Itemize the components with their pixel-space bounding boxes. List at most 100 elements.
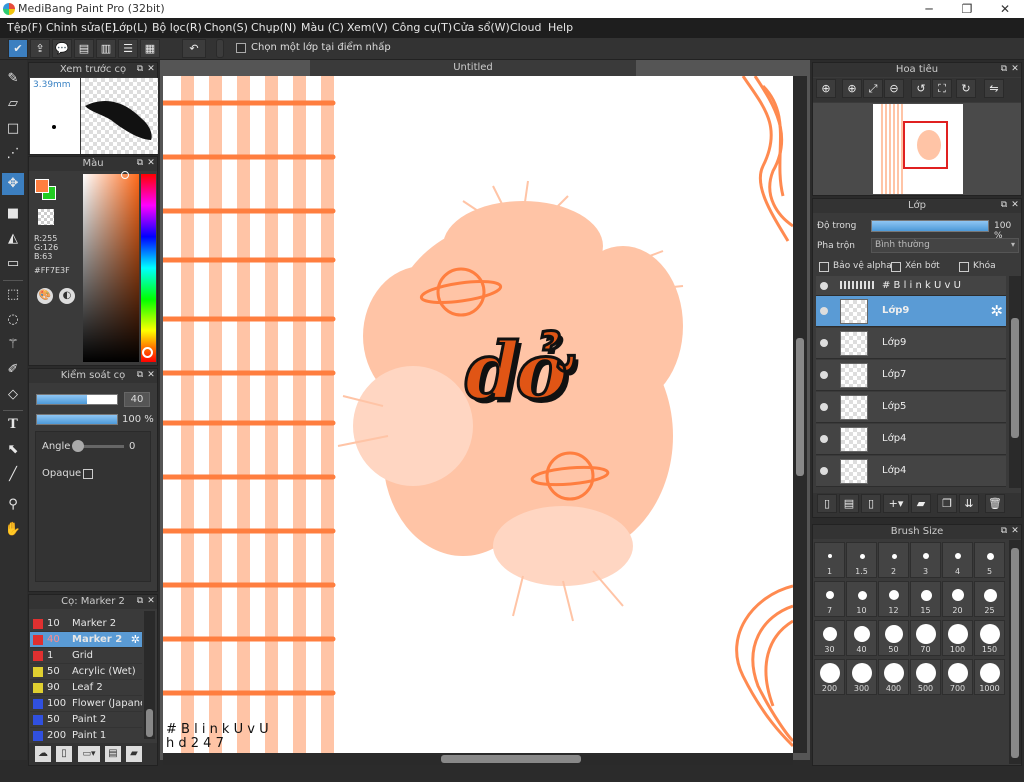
navigator-view[interactable] — [813, 103, 1021, 195]
brush-size-cell[interactable]: 100 — [942, 620, 973, 656]
list-icon[interactable]: ☰ — [118, 39, 138, 58]
snap-layer-checkbox[interactable] — [236, 43, 246, 53]
folder-icon[interactable]: ▰ — [126, 746, 142, 762]
select-rect-tool-icon[interactable]: ⬚ — [2, 284, 24, 306]
lasso-tool-icon[interactable]: ◌ — [2, 309, 24, 331]
menu-filter[interactable]: Bộ lọc(R) — [152, 21, 202, 34]
minimize-button[interactable]: ─ — [910, 0, 948, 18]
brush-size-cell[interactable]: 12 — [878, 581, 909, 617]
brush-size-cell[interactable]: 500 — [910, 659, 941, 695]
menu-layer[interactable]: Lớp(L) — [113, 21, 148, 34]
move-tool-icon[interactable]: ✥ — [2, 173, 24, 195]
visibility-eye-icon[interactable] — [820, 403, 828, 411]
undock-icon[interactable]: ⧉ — [135, 596, 145, 607]
brush-size-scrollbar[interactable] — [1009, 540, 1021, 764]
gradient-tool-icon[interactable]: ▭ — [2, 253, 24, 275]
layer-row[interactable]: Lớp5 — [816, 392, 1006, 423]
close-panel-icon[interactable]: ✕ — [1010, 526, 1020, 537]
layer-row[interactable]: Lớp9 ✲ — [816, 296, 1006, 327]
cloud-brush-icon[interactable]: ☁ — [35, 746, 51, 762]
brush-size-cell[interactable]: 2 — [878, 542, 909, 578]
undock-icon[interactable]: ⧉ — [999, 526, 1009, 537]
menu-file[interactable]: Tệp(F) — [7, 21, 42, 34]
new-layer-icon[interactable]: ▯ — [817, 494, 837, 513]
brush-size-slider[interactable] — [36, 394, 118, 405]
brush-list-scrollbar[interactable] — [144, 611, 155, 739]
visibility-eye-icon[interactable] — [820, 435, 828, 443]
brush-list-item[interactable]: 100 Flower (Japanese — [30, 696, 142, 712]
cloud-check-icon[interactable]: ✔ — [8, 39, 28, 58]
palette-icon[interactable]: 🎨 — [37, 288, 53, 304]
canvas-tab[interactable]: Untitled — [310, 60, 636, 76]
fit-screen-icon[interactable]: ⛶ — [932, 79, 952, 98]
toolbar-handle[interactable] — [216, 39, 224, 58]
undock-icon[interactable]: ⧉ — [999, 64, 1009, 75]
layer-row[interactable]: Lớp9 — [816, 328, 1006, 359]
visibility-eye-icon[interactable] — [820, 282, 828, 290]
maximize-button[interactable]: ❐ — [948, 0, 986, 18]
canvas-horizontal-scrollbar[interactable] — [163, 753, 793, 765]
divide-tool-icon[interactable]: ╱ — [2, 464, 24, 486]
brush-list-item[interactable]: 200 Paint 1 — [30, 728, 142, 744]
brush-list-item[interactable]: 40 Marker 2 ✲ — [30, 632, 142, 648]
brush-size-cell[interactable]: 300 — [846, 659, 877, 695]
add-brush-menu-icon[interactable]: ▭▾ — [78, 746, 100, 762]
brush-size-cell[interactable]: 1.5 — [846, 542, 877, 578]
brush-size-cell[interactable]: 40 — [846, 620, 877, 656]
opaque-checkbox[interactable] — [83, 469, 93, 479]
hue-slider[interactable] — [141, 174, 156, 362]
bucket-tool-icon[interactable]: ◭ — [2, 228, 24, 250]
brush-size-cell[interactable]: 700 — [942, 659, 973, 695]
sv-picker-handle[interactable] — [121, 171, 129, 179]
brush-size-cell[interactable]: 1000 — [974, 659, 1005, 695]
new-halftone-layer-icon[interactable]: ▤ — [839, 494, 859, 513]
menu-color[interactable]: Màu (C) — [301, 21, 344, 34]
shape-tool-icon[interactable]: □ — [2, 118, 24, 140]
menu-tools[interactable]: Công cụ(T) — [392, 21, 452, 34]
protect-alpha-checkbox[interactable] — [819, 262, 829, 272]
brush-size-cell[interactable]: 30 — [814, 620, 845, 656]
canvas-hscroll-thumb[interactable] — [441, 755, 581, 763]
dot-pen-tool-icon[interactable]: ⋰ — [2, 143, 24, 165]
menu-select[interactable]: Chọn(S) — [204, 21, 248, 34]
zoom-out-icon[interactable]: ⊖ — [884, 79, 904, 98]
new-brush-icon[interactable]: ▯ — [56, 746, 72, 762]
menu-view[interactable]: Xem(V) — [347, 21, 388, 34]
brush-list-item[interactable]: 90 Leaf 2 — [30, 680, 142, 696]
visibility-eye-icon[interactable] — [820, 339, 828, 347]
select-eraser-tool-icon[interactable]: ◇ — [2, 384, 24, 406]
undock-icon[interactable]: ⧉ — [135, 158, 145, 169]
layer-settings-gear-icon[interactable]: ✲ — [990, 302, 1003, 320]
brush-size-scroll-thumb[interactable] — [1011, 548, 1019, 758]
brush-size-cell[interactable]: 4 — [942, 542, 973, 578]
menu-edit[interactable]: Chỉnh sửa(E) — [46, 21, 116, 34]
brush-size-cell[interactable]: 3 — [910, 542, 941, 578]
canvas-vertical-scrollbar[interactable] — [793, 76, 807, 753]
brush-size-cell[interactable]: 5 — [974, 542, 1005, 578]
duplicate-layer-icon[interactable]: ❐ — [937, 494, 957, 513]
angle-slider-handle[interactable] — [72, 440, 84, 452]
menu-window[interactable]: Cửa sổ(W) — [453, 21, 510, 34]
clipping-checkbox[interactable] — [891, 262, 901, 272]
speech-bubble-icon[interactable]: ▤ — [74, 39, 94, 58]
close-panel-icon[interactable]: ✕ — [146, 596, 156, 607]
close-panel-icon[interactable]: ✕ — [1010, 64, 1020, 75]
select-pen-tool-icon[interactable]: ✐ — [2, 359, 24, 381]
grid-icon[interactable]: ▦ — [140, 39, 160, 58]
page-icon[interactable]: ▥ — [96, 39, 116, 58]
undo-icon[interactable]: ↶ — [182, 39, 206, 58]
comment-icon[interactable]: 💬 — [52, 39, 72, 58]
brush-size-cell[interactable]: 50 — [878, 620, 909, 656]
layer-row[interactable]: Lớp4 — [816, 424, 1006, 455]
share-icon[interactable]: ⇪ — [30, 39, 50, 58]
saturation-value-picker[interactable] — [83, 171, 139, 362]
primary-color-swatch[interactable] — [35, 179, 49, 193]
text-tool-icon[interactable]: T — [2, 414, 24, 436]
brush-size-cell[interactable]: 400 — [878, 659, 909, 695]
visibility-eye-icon[interactable] — [820, 467, 828, 475]
merge-layer-icon[interactable]: ⇊ — [959, 494, 979, 513]
brush-size-cell[interactable]: 25 — [974, 581, 1005, 617]
layer-row[interactable]: Lớp4 — [816, 456, 1006, 487]
layer-scroll-thumb[interactable] — [1011, 318, 1019, 438]
zoom-actual-icon[interactable]: ⤢ — [863, 79, 883, 98]
